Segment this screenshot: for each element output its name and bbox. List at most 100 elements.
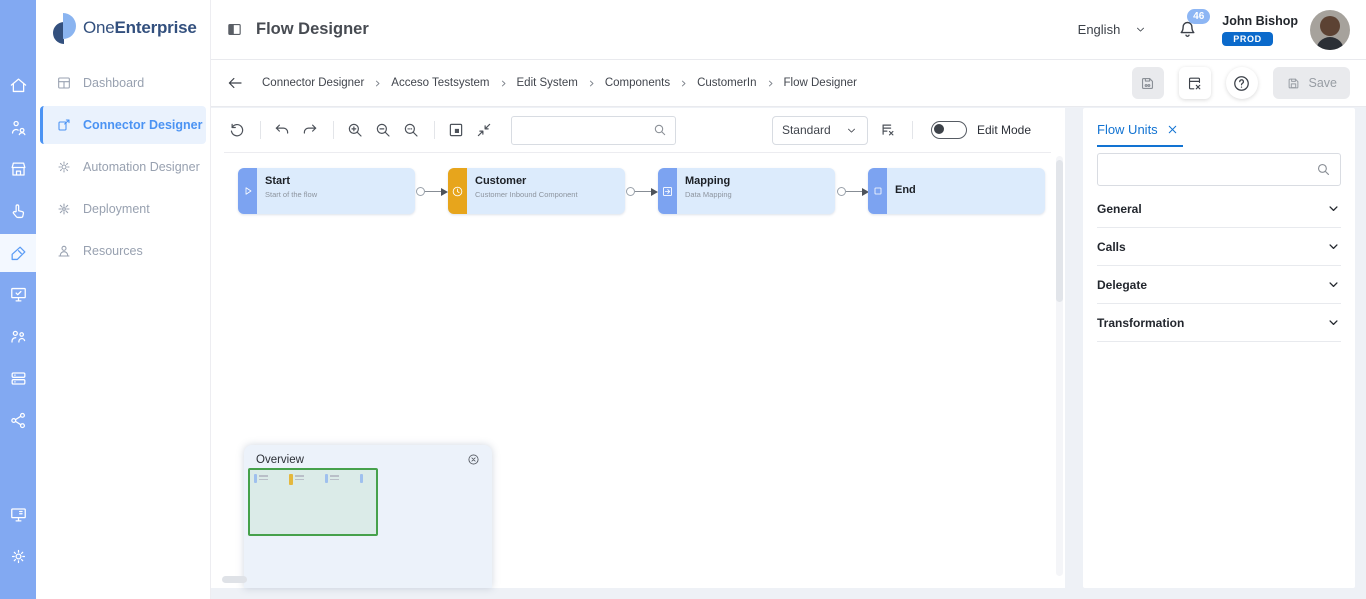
node-accent-strip xyxy=(448,168,467,214)
rail-item-home[interactable] xyxy=(0,66,36,104)
flow-node-mapping[interactable]: Mapping Data Mapping xyxy=(658,168,835,214)
rail-item-connections[interactable] xyxy=(0,401,36,439)
overview-close-button[interactable] xyxy=(467,453,480,466)
flow-units-accordion: General Calls Delegate Transformation xyxy=(1083,190,1355,342)
breadcrumb-item[interactable]: Edit System xyxy=(517,77,578,89)
clear-flow-button[interactable] xyxy=(876,118,901,143)
sidebar-item-resources[interactable]: Resources xyxy=(40,232,206,270)
redo-button[interactable] xyxy=(297,118,322,143)
accordion-section-calls[interactable]: Calls xyxy=(1097,228,1341,266)
accordion-section-general[interactable]: General xyxy=(1097,190,1341,228)
top-header: Flow Designer English 46 John Bishop PRO… xyxy=(210,0,1366,60)
node-title: Start xyxy=(265,175,291,187)
rail-item-workstation[interactable] xyxy=(0,495,36,533)
output-port[interactable] xyxy=(626,187,635,196)
save-button[interactable]: Save xyxy=(1272,67,1350,99)
accordion-section-transformation[interactable]: Transformation xyxy=(1097,304,1341,342)
horizontal-scrollbar-thumb[interactable] xyxy=(222,576,247,583)
sidebar: OneEnterprise Dashboard Connector Design… xyxy=(36,0,211,599)
rail-item-marketplace[interactable] xyxy=(0,150,36,188)
redo-icon xyxy=(303,124,316,134)
monitor-check-icon xyxy=(10,287,26,301)
sidebar-item-deployment[interactable]: Deployment xyxy=(40,190,206,228)
rail-item-systems[interactable] xyxy=(0,359,36,397)
edit-mode-toggle[interactable] xyxy=(930,121,967,139)
flow-connector xyxy=(416,187,448,196)
chevron-down-icon xyxy=(1137,27,1145,32)
breadcrumb-item[interactable]: Components xyxy=(605,77,670,89)
resources-person-icon xyxy=(58,245,70,257)
canvas-search-input[interactable] xyxy=(511,115,676,145)
flow-units-search xyxy=(1097,153,1341,186)
rail-item-settings[interactable] xyxy=(0,537,36,575)
node-subtitle: Start of the flow xyxy=(265,190,318,199)
rail-item-actions[interactable] xyxy=(0,192,36,230)
close-x-icon xyxy=(1168,125,1176,134)
collapse-view-button[interactable] xyxy=(471,118,496,143)
vertical-scrollbar-thumb[interactable] xyxy=(1056,160,1063,302)
panel-layout-icon xyxy=(228,23,241,36)
rail-item-organization[interactable] xyxy=(0,108,36,146)
organization-icon xyxy=(11,120,25,135)
flow-node-customer[interactable]: Customer Customer Inbound Component xyxy=(448,168,625,214)
clear-view-button[interactable] xyxy=(1178,67,1211,99)
flow-units-search-input[interactable] xyxy=(1097,153,1341,186)
flow-node-end[interactable]: End xyxy=(868,168,1045,214)
sidebar-item-label: Deployment xyxy=(83,202,150,216)
fit-screen-icon xyxy=(449,123,462,137)
sidebar-item-dashboard[interactable]: Dashboard xyxy=(40,64,206,102)
output-port[interactable] xyxy=(416,187,425,196)
save-as-button[interactable] xyxy=(1131,67,1164,99)
accordion-label: Calls xyxy=(1097,239,1126,254)
zoom-out-button[interactable] xyxy=(370,118,395,143)
automation-gear-icon xyxy=(58,161,70,173)
avatar[interactable] xyxy=(1310,9,1350,50)
breadcrumb-separator-icon xyxy=(587,79,596,88)
node-accent-strip xyxy=(868,168,887,214)
back-button[interactable] xyxy=(226,74,244,92)
breadcrumb-item[interactable]: Acceso Testsystem xyxy=(391,77,489,89)
rail-item-monitoring[interactable] xyxy=(0,275,36,313)
gear-icon xyxy=(11,549,25,563)
workstation-icon xyxy=(10,507,26,521)
user-name: John Bishop xyxy=(1222,13,1298,28)
output-port[interactable] xyxy=(837,187,846,196)
minimap-node xyxy=(325,474,339,485)
accordion-section-delegate[interactable]: Delegate xyxy=(1097,266,1341,304)
sub-header: Connector Designer Acceso Testsystem Edi… xyxy=(210,60,1366,107)
rail-item-designer[interactable] xyxy=(0,234,36,272)
flow-node-start[interactable]: Start Start of the flow xyxy=(238,168,415,214)
accordion-label: General xyxy=(1097,201,1142,216)
minimap-viewport[interactable] xyxy=(248,468,378,536)
undo-button[interactable] xyxy=(269,118,294,143)
breadcrumb-item[interactable]: Connector Designer xyxy=(262,77,364,89)
canvas-toolbar: Standard Edit Mode xyxy=(224,108,1051,153)
tab-flow-units[interactable]: Flow Units xyxy=(1097,122,1158,137)
dashboard-icon xyxy=(58,77,70,89)
zoom-in-button[interactable] xyxy=(342,118,367,143)
toolbar-divider xyxy=(333,121,334,139)
rail-item-users[interactable] xyxy=(0,317,36,355)
help-button[interactable] xyxy=(1225,67,1258,99)
chevron-down-icon xyxy=(848,128,855,133)
language-selector[interactable]: English xyxy=(1078,22,1148,37)
notifications-button[interactable]: 46 xyxy=(1177,9,1211,40)
clock-icon xyxy=(452,186,463,196)
tab-close-button[interactable] xyxy=(1167,124,1178,135)
fit-to-screen-button[interactable] xyxy=(443,118,468,143)
node-title: Customer xyxy=(475,175,527,187)
sidebar-item-label: Connector Designer xyxy=(83,118,203,132)
canvas-search xyxy=(511,115,676,145)
sidebar-item-automation-designer[interactable]: Automation Designer xyxy=(40,148,206,186)
breadcrumb-item[interactable]: Flow Designer xyxy=(784,77,858,89)
brand-name-regular: One xyxy=(83,18,115,37)
zoom-reset-button[interactable] xyxy=(398,118,423,143)
reset-view-button[interactable] xyxy=(224,118,249,143)
brand-name-bold: Enterprise xyxy=(114,18,197,37)
sidebar-item-connector-designer[interactable]: Connector Designer xyxy=(40,106,206,144)
minimap-node xyxy=(254,474,268,485)
sidebar-nav: Dashboard Connector Designer Automation … xyxy=(40,64,206,274)
minimap-node xyxy=(289,474,304,485)
layout-preset-select[interactable]: Standard xyxy=(771,115,868,145)
breadcrumb-item[interactable]: CustomerIn xyxy=(697,77,756,89)
